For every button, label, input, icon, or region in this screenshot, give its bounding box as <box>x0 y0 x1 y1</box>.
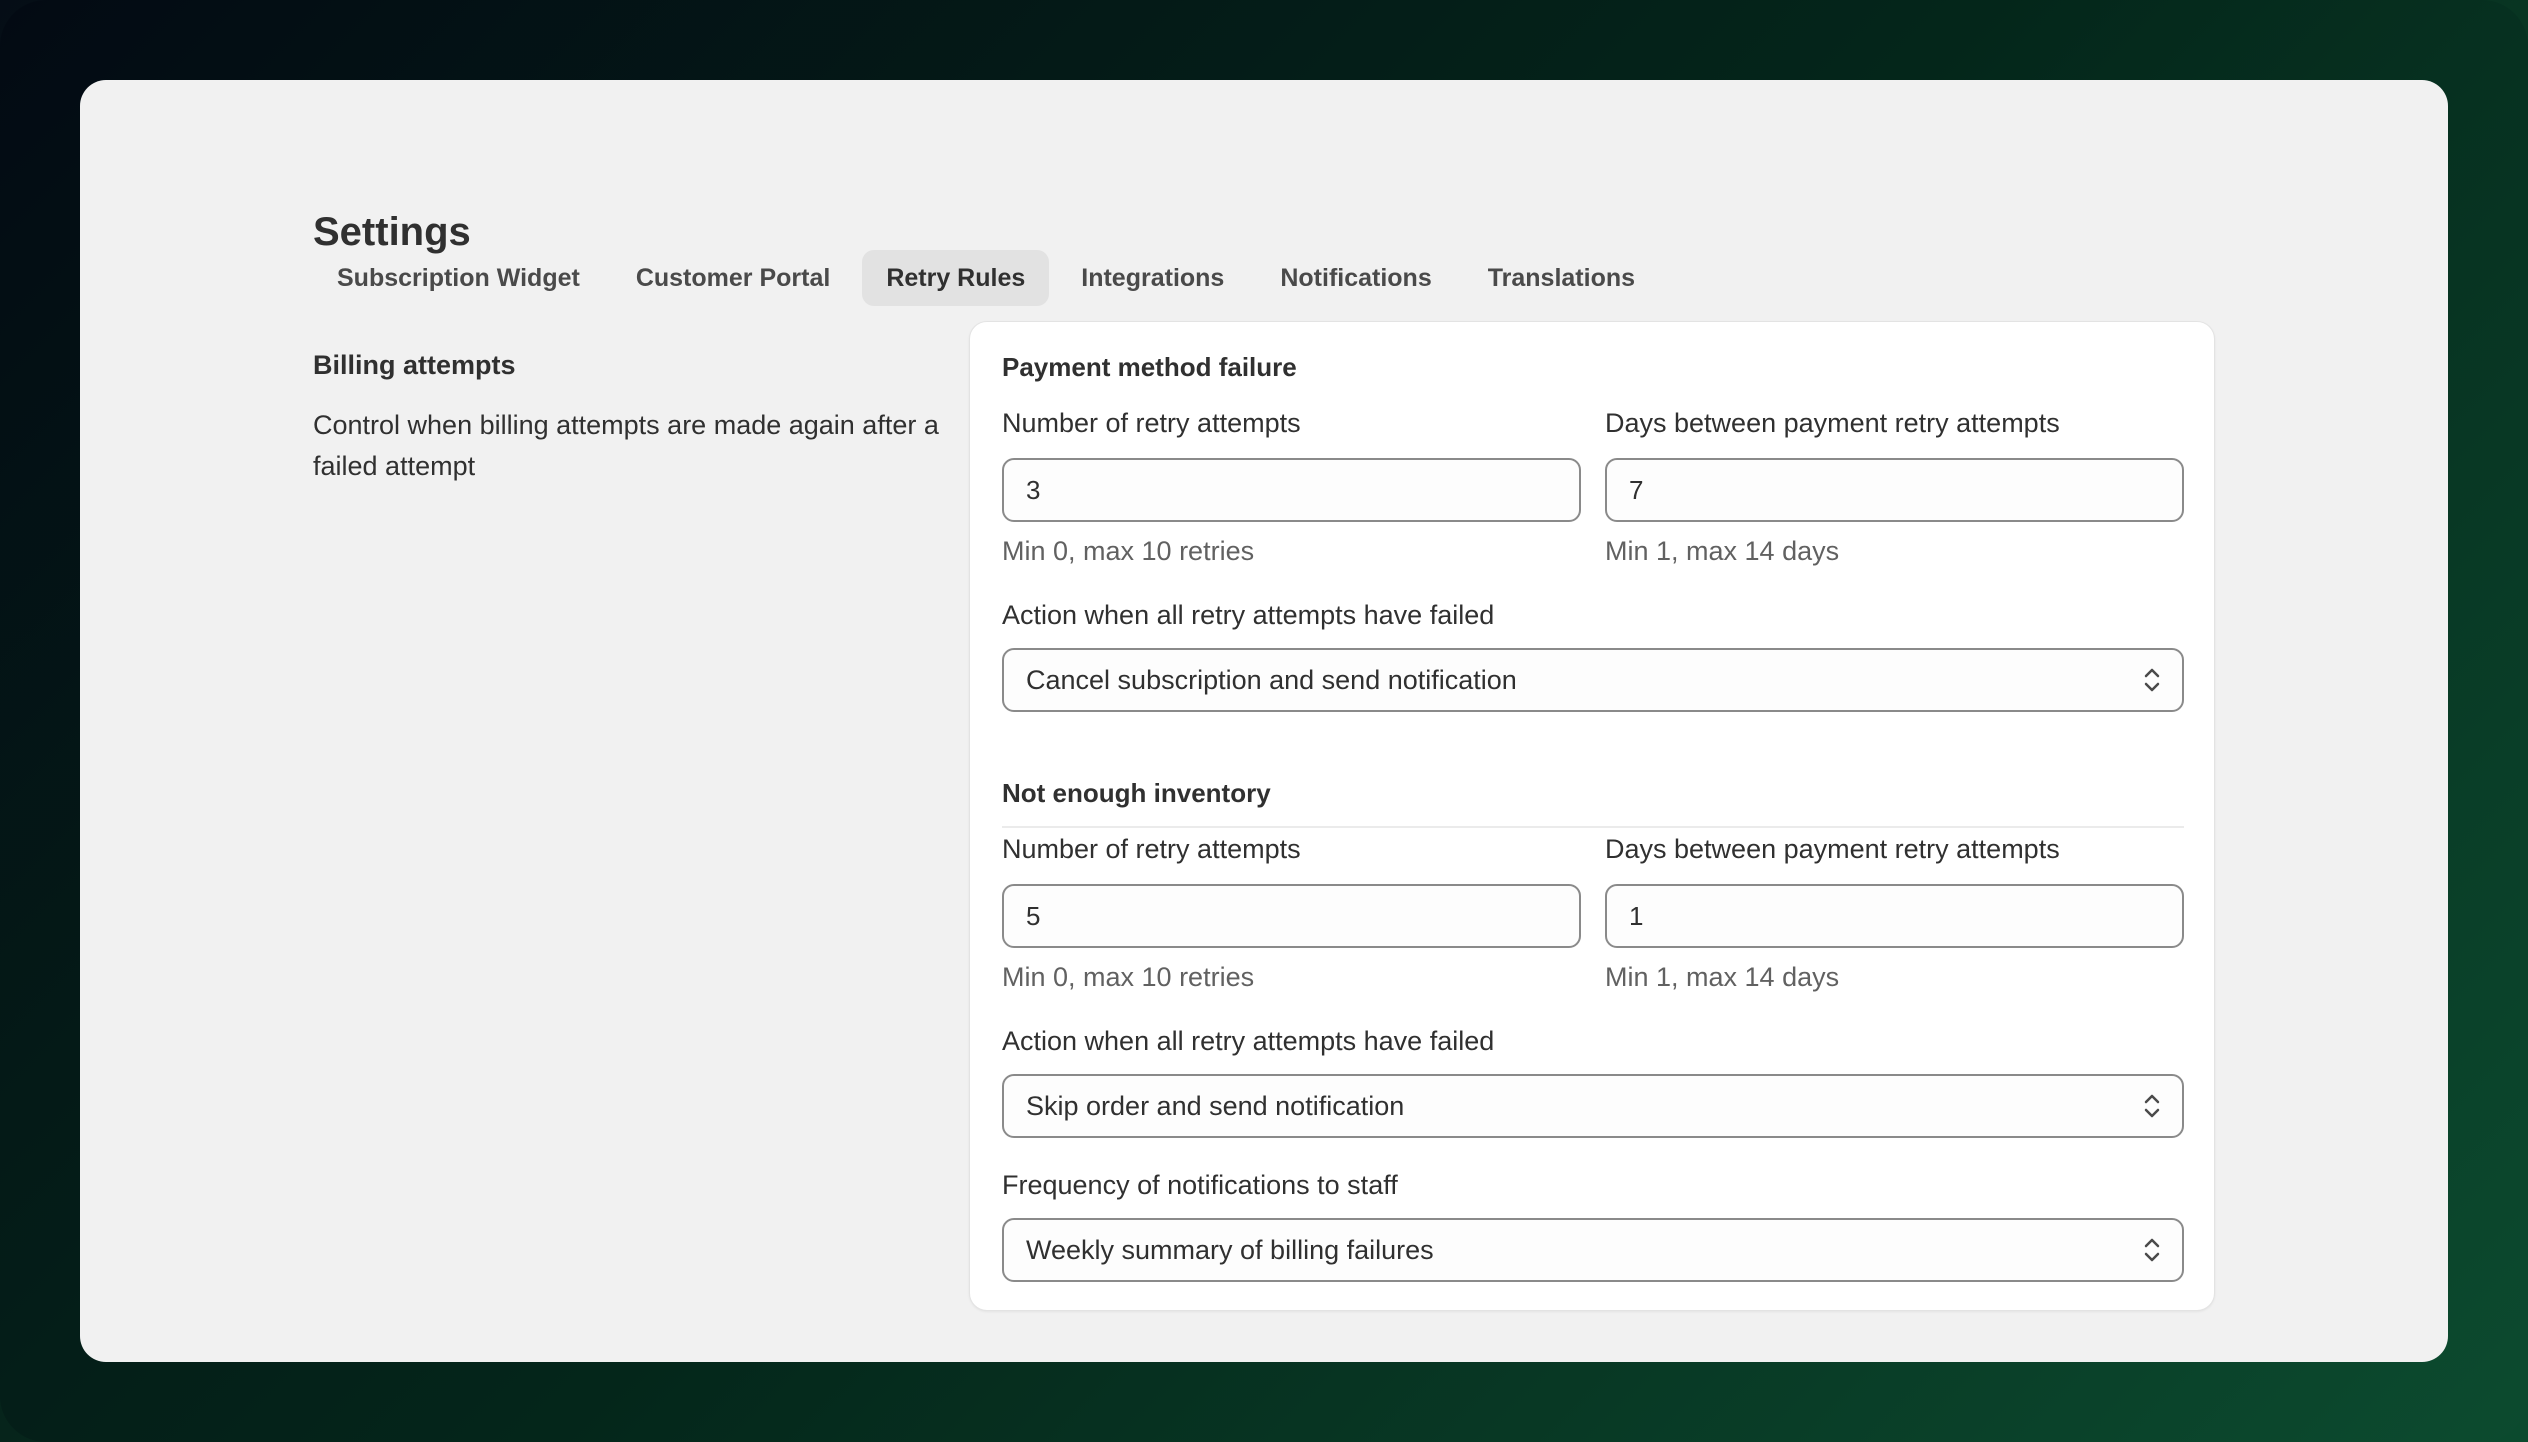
tab-customer-portal[interactable]: Customer Portal <box>612 250 854 306</box>
inventory-action-select[interactable]: Skip order and send notification <box>1002 1074 2184 1138</box>
retry-rules-card: Payment method failure Number of retry a… <box>969 321 2215 1311</box>
inventory-heading: Not enough inventory <box>1002 778 1271 808</box>
notification-frequency-label: Frequency of notifications to staff <box>1002 1170 1398 1200</box>
payment-retry-count-label: Number of retry attempts <box>1002 408 1301 438</box>
payment-retry-count-input[interactable]: 3 <box>1002 458 1581 522</box>
payment-retry-count-help: Min 0, max 10 retries <box>1002 536 1255 566</box>
payment-failure-section: Payment method failure <box>1002 352 2184 383</box>
inventory-fields: Number of retry attempts 5 Min 0, max 10… <box>1002 834 2184 993</box>
inventory-retry-count-help: Min 0, max 10 retries <box>1002 962 1255 992</box>
inventory-retry-days-help: Min 1, max 14 days <box>1605 962 1840 992</box>
notification-frequency-select[interactable]: Weekly summary of billing failures <box>1002 1218 2184 1282</box>
chevron-up-down-icon <box>2144 668 2160 692</box>
tab-notifications[interactable]: Notifications <box>1256 250 1455 306</box>
payment-retry-count-field: Number of retry attempts 3 Min 0, max 10… <box>1002 408 1581 567</box>
section-divider <box>1002 826 2184 828</box>
payment-retry-days-label: Days between payment retry attempts <box>1605 408 2060 438</box>
inventory-retry-days-field: Days between payment retry attempts 1 Mi… <box>1605 834 2184 993</box>
payment-retry-days-input[interactable]: 7 <box>1605 458 2184 522</box>
billing-attempts-heading: Billing attempts <box>313 350 516 380</box>
notification-frequency-value: Weekly summary of billing failures <box>1026 1234 1434 1265</box>
payment-retry-days-help: Min 1, max 14 days <box>1605 536 1840 566</box>
page-title: Settings <box>313 210 471 254</box>
inventory-action-label: Action when all retry attempts have fail… <box>1002 1026 1495 1056</box>
payment-retry-days-field: Days between payment retry attempts 7 Mi… <box>1605 408 2184 567</box>
inventory-retry-count-field: Number of retry attempts 5 Min 0, max 10… <box>1002 834 1581 993</box>
payment-failure-heading: Payment method failure <box>1002 352 1297 382</box>
settings-tabs: Subscription Widget Customer Portal Retr… <box>313 250 1667 306</box>
inventory-section: Not enough inventory <box>1002 778 2184 809</box>
payment-action-value: Cancel subscription and send notificatio… <box>1026 664 1517 695</box>
chevron-up-down-icon <box>2144 1238 2160 1262</box>
chevron-up-down-icon <box>2144 1094 2160 1118</box>
app-window: Settings Subscription Widget Customer Po… <box>80 80 2448 1362</box>
inventory-retry-count-input[interactable]: 5 <box>1002 884 1581 948</box>
tab-retry-rules[interactable]: Retry Rules <box>862 250 1050 306</box>
inventory-retry-count-label: Number of retry attempts <box>1002 834 1301 864</box>
tab-subscription-widget[interactable]: Subscription Widget <box>313 250 604 306</box>
tab-integrations[interactable]: Integrations <box>1057 250 1248 306</box>
inventory-retry-days-input[interactable]: 1 <box>1605 884 2184 948</box>
billing-attempts-intro: Billing attempts Control when billing at… <box>313 350 1033 487</box>
billing-attempts-description: Control when billing attempts are made a… <box>313 410 939 481</box>
payment-action-select[interactable]: Cancel subscription and send notificatio… <box>1002 648 2184 712</box>
inventory-retry-days-label: Days between payment retry attempts <box>1605 834 2060 864</box>
inventory-action-value: Skip order and send notification <box>1026 1090 1405 1121</box>
payment-action-label: Action when all retry attempts have fail… <box>1002 600 1495 630</box>
tab-translations[interactable]: Translations <box>1464 250 1659 306</box>
payment-failure-fields: Number of retry attempts 3 Min 0, max 10… <box>1002 408 2184 567</box>
